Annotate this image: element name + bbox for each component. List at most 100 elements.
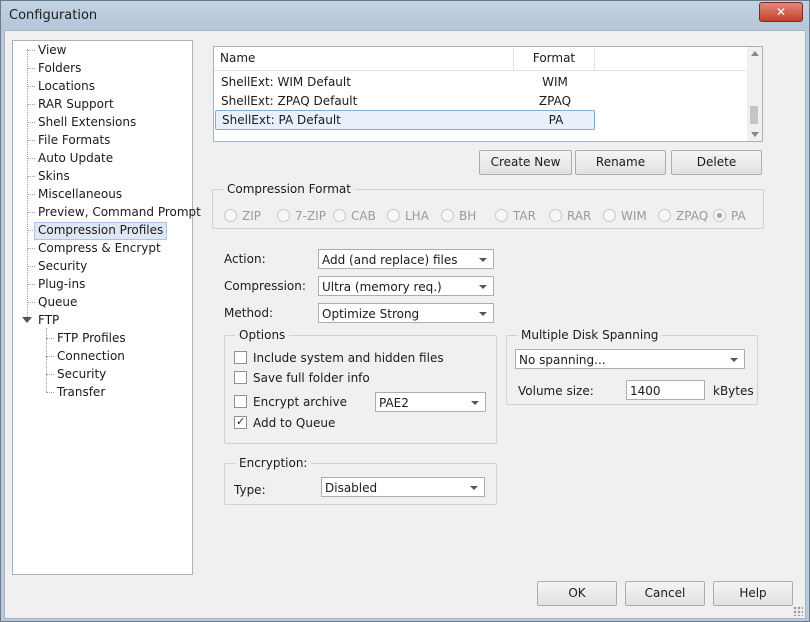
- tree-guide-line: [27, 86, 35, 87]
- radio-label: BH: [459, 209, 477, 223]
- checkbox-checked-icon: [234, 414, 247, 430]
- compression-format-group: Compression Format ZIP 7-ZIP CAB LHA BH …: [212, 181, 764, 229]
- tree-item-skins[interactable]: Skins: [38, 168, 70, 184]
- tree-guide-line: [46, 338, 54, 339]
- tree-item-queue[interactable]: Queue: [38, 294, 77, 310]
- encryption-method-value: PAE2: [379, 396, 409, 410]
- profile-name: ShellExt: PA Default: [222, 113, 341, 127]
- column-header-format[interactable]: Format: [514, 47, 595, 70]
- tree-guide-line: [27, 302, 35, 303]
- radio-button-icon: [495, 209, 508, 222]
- tree-item-locations[interactable]: Locations: [38, 78, 95, 94]
- radio-button-icon: [277, 209, 290, 222]
- method-value: Optimize Strong: [322, 307, 420, 321]
- scroll-thumb[interactable]: [750, 106, 758, 124]
- encryption-type-select[interactable]: Disabled: [321, 477, 485, 497]
- volume-size-input[interactable]: 1400: [626, 380, 705, 400]
- tree-guide-line: [27, 194, 35, 195]
- scroll-down-icon[interactable]: [751, 132, 759, 137]
- add-to-queue-checkbox[interactable]: Add to Queue: [234, 414, 336, 431]
- tree-item-connection[interactable]: Connection: [57, 348, 125, 364]
- tree-item-miscellaneous[interactable]: Miscellaneous: [38, 186, 122, 202]
- tree-item-auto-update[interactable]: Auto Update: [38, 150, 113, 166]
- list-row[interactable]: ShellExt: WIM Default WIM: [215, 73, 593, 91]
- tree-item-rar-support[interactable]: RAR Support: [38, 96, 114, 112]
- radio-zip: ZIP: [224, 209, 261, 223]
- list-row-selected[interactable]: ShellExt: PA Default PA: [215, 110, 595, 130]
- cancel-button[interactable]: Cancel: [625, 581, 705, 606]
- method-label: Method:: [224, 306, 274, 320]
- scroll-up-icon[interactable]: [751, 51, 759, 56]
- tree-item-shell-extensions[interactable]: Shell Extensions: [38, 114, 136, 130]
- compression-label: Compression:: [224, 279, 306, 293]
- radio-lha: LHA: [387, 209, 429, 223]
- tree-guide-line: [27, 248, 35, 249]
- radio-label: ZPAQ: [676, 209, 709, 223]
- encryption-method-select[interactable]: PAE2: [375, 392, 486, 412]
- list-scrollbar[interactable]: [747, 47, 762, 141]
- spanning-select[interactable]: No spanning...: [515, 349, 745, 369]
- delete-button[interactable]: Delete: [671, 150, 762, 175]
- tree-item-compression-profiles[interactable]: Compression Profiles: [34, 222, 168, 240]
- encrypt-archive-checkbox[interactable]: Encrypt archive: [234, 394, 347, 410]
- tree-guide-line: [27, 68, 35, 69]
- profile-name: ShellExt: ZPAQ Default: [221, 94, 358, 108]
- tree-item-preview-command-prompt[interactable]: Preview, Command Prompt: [38, 204, 201, 220]
- profile-format: PA: [548, 113, 564, 127]
- disk-spanning-title: Multiple Disk Spanning: [517, 327, 663, 343]
- tree-guide-line: [27, 212, 35, 213]
- encryption-type-label: Type:: [234, 483, 266, 497]
- close-button[interactable]: ✕: [759, 2, 803, 22]
- window-title: Configuration: [9, 8, 98, 23]
- tree-item-ftp-profiles[interactable]: FTP Profiles: [57, 330, 126, 346]
- tree-item-security[interactable]: Security: [38, 258, 87, 274]
- tree-item-ftp[interactable]: FTP: [38, 312, 59, 328]
- radio-label: ZIP: [242, 209, 261, 223]
- column-header-name[interactable]: Name: [214, 47, 514, 70]
- radio-button-icon: [224, 209, 237, 222]
- category-tree[interactable]: View Folders Locations RAR Support Shell…: [12, 40, 201, 575]
- radio-label: RAR: [567, 209, 592, 223]
- method-select[interactable]: Optimize Strong: [318, 303, 494, 323]
- include-system-checkbox[interactable]: Include system and hidden files: [234, 350, 444, 366]
- tree-item-transfer[interactable]: Transfer: [57, 384, 105, 400]
- options-title: Options: [235, 327, 290, 343]
- chevron-down-icon: [479, 258, 487, 262]
- profile-format: WIM: [542, 75, 568, 89]
- tree-item-compress-encrypt[interactable]: Compress & Encrypt: [38, 240, 161, 256]
- profile-format: ZPAQ: [538, 94, 572, 108]
- radio-7zip: 7-ZIP: [277, 209, 326, 223]
- tree-guide-line: [46, 374, 54, 375]
- tree-item-plug-ins[interactable]: Plug-ins: [38, 276, 85, 292]
- save-folder-info-checkbox[interactable]: Save full folder info: [234, 370, 370, 386]
- title-bar[interactable]: Configuration ✕: [1, 1, 809, 29]
- action-select[interactable]: Add (and replace) files: [318, 249, 494, 269]
- tree-item-file-formats[interactable]: File Formats: [38, 132, 110, 148]
- radio-button-icon: [603, 209, 616, 222]
- radio-button-icon: [441, 209, 454, 222]
- encryption-title: Encryption:: [235, 455, 312, 471]
- chevron-down-icon: [479, 285, 487, 289]
- configuration-window: Configuration ✕ View Folders Locations R…: [0, 0, 810, 622]
- create-new-button[interactable]: Create New: [479, 150, 572, 175]
- checkbox-label: Add to Queue: [253, 416, 336, 430]
- list-row[interactable]: ShellExt: ZPAQ Default ZPAQ: [215, 92, 593, 110]
- tree-guide-line: [27, 266, 35, 267]
- ok-button[interactable]: OK: [537, 581, 617, 606]
- radio-label: PA: [731, 209, 746, 223]
- compression-select[interactable]: Ultra (memory req.): [318, 276, 494, 296]
- rename-button[interactable]: Rename: [575, 150, 666, 175]
- tree-item-ftp-security[interactable]: Security: [57, 366, 106, 382]
- checkbox-label: Encrypt archive: [253, 395, 348, 409]
- spanning-value: No spanning...: [519, 353, 606, 367]
- expand-arrow-icon[interactable]: [22, 317, 32, 323]
- help-button[interactable]: Help: [713, 581, 793, 606]
- profiles-list[interactable]: Name Format ShellExt: WIM Default WIM Sh…: [213, 46, 763, 142]
- volume-unit-label: kBytes: [713, 384, 754, 398]
- tree-guide-line: [27, 104, 35, 105]
- compression-format-title: Compression Format: [223, 181, 355, 197]
- tree-item-view[interactable]: View: [38, 42, 66, 58]
- tree-item-folders[interactable]: Folders: [38, 60, 81, 76]
- resize-grip-icon[interactable]: [793, 606, 803, 616]
- radio-zpaq: ZPAQ: [658, 209, 708, 223]
